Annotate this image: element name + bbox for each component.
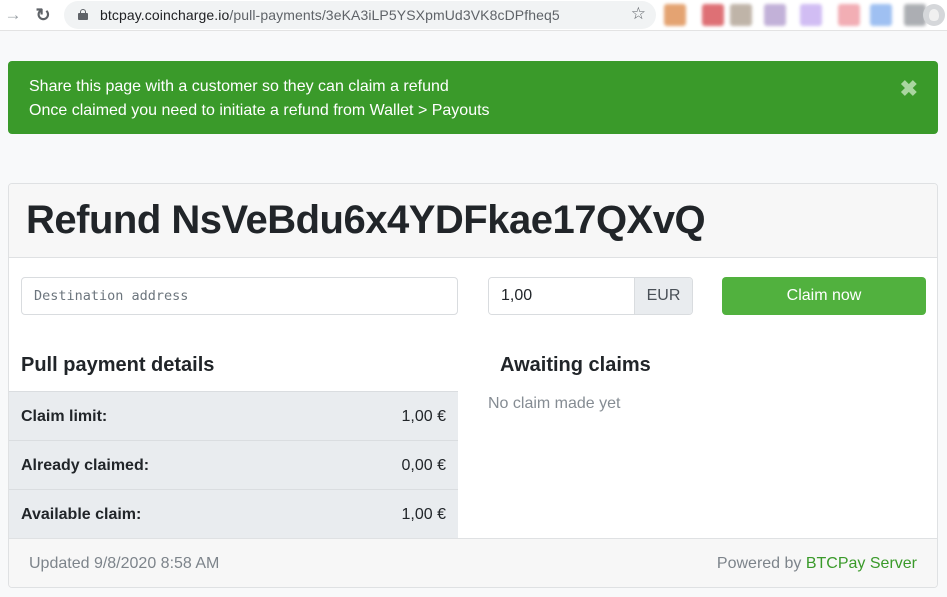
row-value: 1,00 € — [401, 408, 446, 425]
browser-extension-icon[interactable] — [764, 4, 786, 26]
close-icon[interactable]: ✖ — [900, 78, 918, 100]
browser-extension-icon[interactable] — [838, 4, 860, 26]
url-text[interactable]: btcpay.coincharge.io/pull-payments/3eKA3… — [100, 7, 560, 23]
browser-extension-icon[interactable] — [664, 4, 686, 26]
table-row-available-claim: Available claim: 1,00 € — [9, 489, 458, 538]
page-title: Refund NsVeBdu6x4YDFkae17QXvQ — [26, 198, 706, 242]
table-row-claim-limit: Claim limit: 1,00 € — [9, 391, 458, 440]
row-label: Claim limit: — [21, 408, 108, 425]
amount-input[interactable] — [489, 278, 634, 314]
row-value: 0,00 € — [401, 457, 446, 474]
browser-extension-icon[interactable] — [800, 4, 822, 26]
address-bar[interactable]: btcpay.coincharge.io/pull-payments/3eKA3… — [64, 1, 656, 29]
alert-message-line-2: Once claimed you need to initiate a refu… — [29, 102, 490, 119]
profile-avatar-icon[interactable] — [923, 4, 945, 26]
awaiting-claims-heading: Awaiting claims — [500, 354, 651, 376]
row-label: Available claim: — [21, 506, 142, 523]
destination-address-input[interactable] — [21, 277, 458, 315]
lock-icon[interactable] — [78, 9, 88, 20]
alert-message-line-1: Share this page with a customer so they … — [29, 78, 449, 95]
browser-extension-icon[interactable] — [702, 4, 724, 26]
details-table: Claim limit: 1,00 € Already claimed: 0,0… — [9, 391, 458, 538]
details-heading: Pull payment details — [21, 354, 215, 376]
amount-input-group: EUR — [488, 277, 693, 315]
browser-extension-icon[interactable] — [870, 4, 892, 26]
url-host: btcpay.coincharge.io — [100, 7, 230, 23]
row-label: Already claimed: — [21, 457, 150, 474]
forward-arrow-icon[interactable]: → — [2, 4, 24, 26]
url-path: /pull-payments/3eKA3iLP5YSXpmUd3VK8cDPfh… — [229, 7, 560, 23]
table-row-already-claimed: Already claimed: 0,00 € — [9, 440, 458, 489]
updated-timestamp: Updated 9/8/2020 8:58 AM — [29, 555, 220, 572]
currency-label: EUR — [634, 278, 692, 314]
info-alert: Share this page with a customer so they … — [8, 61, 938, 134]
powered-by: Powered by BTCPay Server — [717, 555, 917, 573]
card-footer: Updated 9/8/2020 8:58 AM Powered by BTCP… — [9, 538, 937, 587]
bookmark-star-icon[interactable]: ☆ — [631, 4, 646, 24]
browser-extension-icon[interactable] — [730, 4, 752, 26]
claim-now-button[interactable]: Claim now — [722, 277, 926, 315]
btcpay-server-link[interactable]: BTCPay Server — [806, 555, 917, 572]
reload-icon[interactable]: ↻ — [32, 4, 54, 26]
refund-card: Refund NsVeBdu6x4YDFkae17QXvQ EUR Claim … — [8, 183, 938, 588]
card-header: Refund NsVeBdu6x4YDFkae17QXvQ — [9, 184, 937, 258]
powered-by-prefix: Powered by — [716, 555, 806, 572]
empty-claims-message: No claim made yet — [488, 395, 621, 412]
row-value: 1,00 € — [401, 506, 446, 523]
browser-toolbar: → ↻ btcpay.coincharge.io/pull-payments/3… — [0, 0, 947, 31]
